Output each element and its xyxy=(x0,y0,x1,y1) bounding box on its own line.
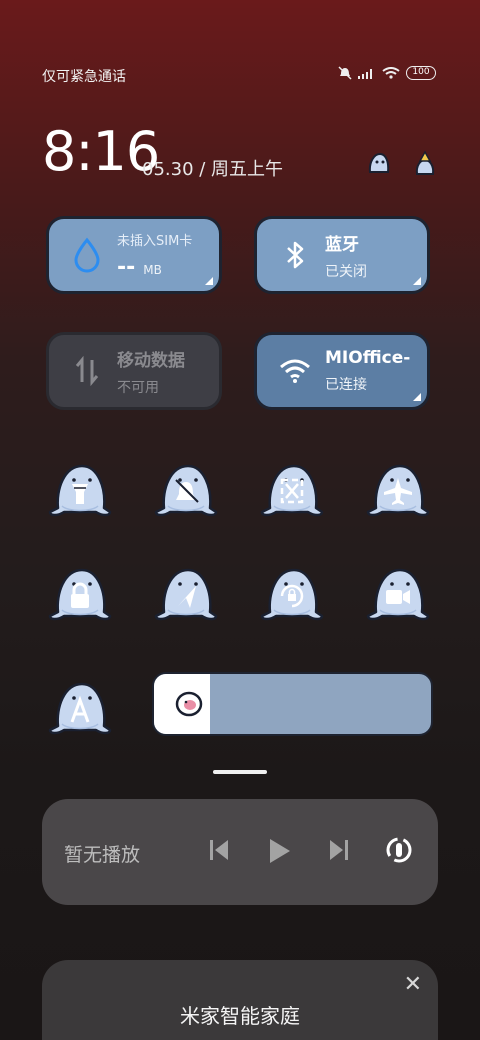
status-icons: 100 xyxy=(338,66,436,80)
a-icon xyxy=(48,682,112,735)
wifi-status: 已连接 xyxy=(325,377,367,393)
toggle-auto-brightness[interactable] xyxy=(48,676,112,740)
wifi-tile[interactable]: MIOffice- 已连接 xyxy=(254,332,430,410)
toggle-screen-record[interactable] xyxy=(366,562,430,626)
wifi-status-icon xyxy=(382,67,400,79)
edit-mascot-icon[interactable] xyxy=(366,150,392,176)
mobile-data-label: 移动数据 xyxy=(117,350,185,371)
toggle-mute[interactable] xyxy=(154,458,218,522)
media-card: 暂无播放 xyxy=(42,799,438,905)
clock-date: 05.30 / 周五上午 xyxy=(142,159,284,180)
bluetooth-status: 已关闭 xyxy=(325,263,367,280)
media-title: 暂无播放 xyxy=(64,844,141,866)
mobile-data-status: 不可用 xyxy=(117,379,159,396)
settings-mascot-icon[interactable] xyxy=(414,150,436,176)
cast-icon[interactable] xyxy=(384,835,414,865)
toggle-location[interactable] xyxy=(154,562,218,626)
wifi-ssid: MIOffice- xyxy=(325,348,411,368)
drag-handle[interactable] xyxy=(213,770,267,774)
bluetooth-tile[interactable]: 蓝牙 已关闭 xyxy=(254,216,430,294)
toggle-flashlight[interactable] xyxy=(48,458,112,522)
bluetooth-label: 蓝牙 xyxy=(325,234,359,255)
data-usage-tile[interactable]: 未插入SIM卡 -- MB xyxy=(46,216,222,294)
header-icons xyxy=(366,150,436,176)
wifi-icon xyxy=(280,359,310,383)
brightness-mascot-icon xyxy=(175,691,203,717)
data-unit: MB xyxy=(143,263,162,277)
toggle-screenshot[interactable] xyxy=(260,458,324,522)
smart-home-title: 米家智能家庭 xyxy=(180,1004,300,1028)
video-icon xyxy=(366,568,430,621)
carrier-status: 仅可紧急通话 xyxy=(42,69,126,85)
scissors-icon xyxy=(260,464,324,517)
mobile-data-tile[interactable]: 移动数据 不可用 xyxy=(46,332,222,410)
tile-corner xyxy=(413,393,421,401)
previous-icon[interactable] xyxy=(208,837,230,863)
close-icon[interactable]: ✕ xyxy=(404,972,422,997)
toggle-rotation-lock[interactable] xyxy=(260,562,324,626)
bell-off-icon xyxy=(154,464,218,517)
tile-corner xyxy=(205,277,213,285)
data-value: -- xyxy=(117,255,136,280)
toggle-lock[interactable] xyxy=(48,562,112,626)
bluetooth-icon xyxy=(287,241,304,269)
smart-home-card[interactable]: ✕ 米家智能家庭 xyxy=(42,960,438,1040)
water-drop-icon xyxy=(74,237,100,273)
rotation-lock-icon xyxy=(260,568,324,621)
brightness-slider[interactable] xyxy=(152,672,433,736)
data-arrows-icon xyxy=(75,356,99,386)
next-icon[interactable] xyxy=(328,837,350,863)
play-icon[interactable] xyxy=(266,837,292,865)
airplane-icon xyxy=(366,464,430,517)
toggle-airplane[interactable] xyxy=(366,458,430,522)
lock-icon xyxy=(48,568,112,621)
flashlight-icon xyxy=(48,464,112,517)
location-icon xyxy=(154,568,218,621)
tile-corner xyxy=(413,277,421,285)
mute-icon xyxy=(338,66,352,80)
data-tile-label: 未插入SIM卡 xyxy=(117,234,193,249)
battery-indicator: 100 xyxy=(406,66,436,80)
signal-icon xyxy=(358,69,372,79)
